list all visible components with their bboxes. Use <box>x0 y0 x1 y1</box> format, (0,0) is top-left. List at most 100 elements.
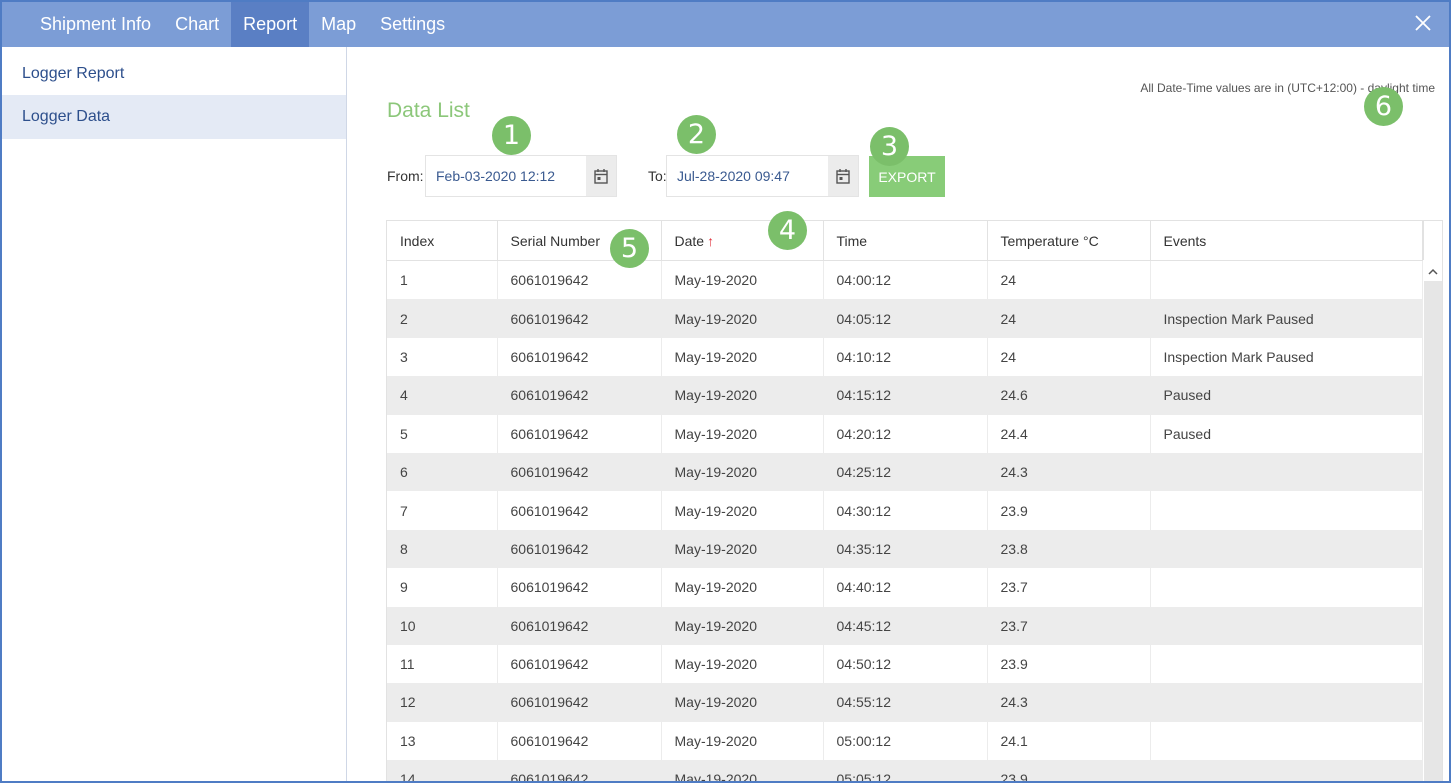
cell-events <box>1150 760 1423 781</box>
cell-time: 04:25:12 <box>823 452 988 492</box>
cell-temperature: 23.9 <box>987 644 1151 684</box>
cell-index: 11 <box>387 644 498 684</box>
cell-date: May-19-2020 <box>661 644 824 684</box>
calendar-icon[interactable] <box>828 156 858 196</box>
cell-date: May-19-2020 <box>661 568 824 607</box>
to-date-field[interactable]: Jul-28-2020 09:47 <box>666 155 859 197</box>
cell-date: May-19-2020 <box>661 337 824 377</box>
tab-report[interactable]: Report <box>231 2 310 47</box>
cell-date: May-19-2020 <box>661 721 824 761</box>
annotation-marker-3: 3 <box>870 127 909 166</box>
cell-time: 04:15:12 <box>823 376 988 415</box>
cell-temperature: 23.7 <box>987 606 1151 645</box>
sort-arrow-icon: ↑ <box>707 232 715 249</box>
cell-serial-number: 6061019642 <box>497 760 662 781</box>
column-header-index[interactable]: Index <box>387 221 498 261</box>
sidebar-item-logger-report[interactable]: Logger Report <box>2 47 346 95</box>
table-row[interactable]: 12 6061019642 May-19-2020 04:55:12 24.3 <box>387 683 1423 722</box>
table-row[interactable]: 9 6061019642 May-19-2020 04:40:12 23.7 <box>387 568 1423 607</box>
tab-chart[interactable]: Chart <box>163 2 231 47</box>
cell-index: 6 <box>387 452 498 492</box>
cell-date: May-19-2020 <box>661 529 824 569</box>
cell-serial-number: 6061019642 <box>497 299 662 338</box>
table-row[interactable]: 1 6061019642 May-19-2020 04:00:12 24 <box>387 260 1423 300</box>
table-row[interactable]: 4 6061019642 May-19-2020 04:15:12 24.6 Paused <box>387 376 1423 415</box>
cell-serial-number: 6061019642 <box>497 376 662 415</box>
cell-temperature: 24.4 <box>987 414 1151 453</box>
cell-temperature: 24.6 <box>987 376 1151 415</box>
annotation-marker-4: 4 <box>768 211 807 250</box>
table-row[interactable]: 10 6061019642 May-19-2020 04:45:12 23.7 <box>387 606 1423 645</box>
table-row[interactable]: 13 6061019642 May-19-2020 05:00:12 24.1 <box>387 721 1423 761</box>
cell-serial-number: 6061019642 <box>497 606 662 645</box>
cell-events <box>1150 452 1423 492</box>
tab-shipment-info[interactable]: Shipment Info <box>2 2 163 47</box>
annotation-marker-5: 5 <box>610 229 649 268</box>
cell-events <box>1150 260 1423 300</box>
cell-time: 04:55:12 <box>823 683 988 722</box>
cell-events: Inspection Mark Paused <box>1150 337 1423 377</box>
main-content: All Date-Time values are in (UTC+12:00) … <box>347 47 1449 781</box>
cell-index: 9 <box>387 568 498 607</box>
close-icon[interactable] <box>1411 11 1435 35</box>
column-header-temperature[interactable]: Temperature °C <box>987 221 1151 261</box>
cell-time: 04:50:12 <box>823 644 988 684</box>
table-row[interactable]: 5 6061019642 May-19-2020 04:20:12 24.4 Paused <box>387 414 1423 453</box>
cell-date: May-19-2020 <box>661 376 824 415</box>
cell-date: May-19-2020 <box>661 491 824 530</box>
sidebar: Logger Report Logger Data <box>2 47 347 781</box>
table-row[interactable]: 3 6061019642 May-19-2020 04:10:12 24 Inspecti… <box>387 337 1423 377</box>
cell-index: 7 <box>387 491 498 530</box>
sidebar-item-logger-data[interactable]: Logger Data <box>2 95 346 139</box>
tab-settings[interactable]: Settings <box>368 2 457 47</box>
cell-events <box>1150 721 1423 761</box>
cell-temperature: 24.3 <box>987 683 1151 722</box>
cell-serial-number: 6061019642 <box>497 721 662 761</box>
cell-events <box>1150 606 1423 645</box>
cell-events <box>1150 491 1423 530</box>
cell-serial-number: 6061019642 <box>497 337 662 377</box>
tab-map[interactable]: Map <box>309 2 368 47</box>
cell-serial-number: 6061019642 <box>497 644 662 684</box>
table-row[interactable]: 14 6061019642 May-19-2020 05:05:12 23.9 <box>387 760 1423 781</box>
cell-time: 04:05:12 <box>823 299 988 338</box>
cell-serial-number: 6061019642 <box>497 491 662 530</box>
annotation-marker-6: 6 <box>1364 87 1403 126</box>
cell-serial-number: 6061019642 <box>497 529 662 569</box>
cell-index: 14 <box>387 760 498 781</box>
cell-events <box>1150 644 1423 684</box>
cell-date: May-19-2020 <box>661 683 824 722</box>
table-row[interactable]: 11 6061019642 May-19-2020 04:50:12 23.9 <box>387 644 1423 684</box>
cell-time: 04:10:12 <box>823 337 988 377</box>
annotation-marker-1: 1 <box>492 116 531 155</box>
column-header-time[interactable]: Time <box>823 221 988 261</box>
cell-time: 04:20:12 <box>823 414 988 453</box>
cell-serial-number: 6061019642 <box>497 414 662 453</box>
cell-serial-number: 6061019642 <box>497 452 662 492</box>
cell-date: May-19-2020 <box>661 260 824 300</box>
table-row[interactable]: 2 6061019642 May-19-2020 04:05:12 24 Inspecti… <box>387 299 1423 338</box>
column-header-events[interactable]: Events <box>1150 221 1423 261</box>
cell-date: May-19-2020 <box>661 606 824 645</box>
table-row[interactable]: 7 6061019642 May-19-2020 04:30:12 23.9 <box>387 491 1423 530</box>
cell-index: 1 <box>387 260 498 300</box>
table-row[interactable]: 6 6061019642 May-19-2020 04:25:12 24.3 <box>387 452 1423 492</box>
from-date-field[interactable]: Feb-03-2020 12:12 <box>425 155 617 197</box>
table-row[interactable]: 8 6061019642 May-19-2020 04:35:12 23.8 <box>387 529 1423 569</box>
calendar-icon[interactable] <box>586 156 616 196</box>
cell-date: May-19-2020 <box>661 452 824 492</box>
from-date-value: Feb-03-2020 12:12 <box>436 168 556 184</box>
cell-temperature: 23.7 <box>987 568 1151 607</box>
cell-index: 2 <box>387 299 498 338</box>
scrollbar[interactable] <box>1424 261 1442 781</box>
scroll-up-icon[interactable] <box>1424 261 1442 281</box>
annotation-marker-2: 2 <box>677 115 716 154</box>
cell-temperature: 23.9 <box>987 760 1151 781</box>
cell-events: Paused <box>1150 414 1423 453</box>
cell-temperature: 24.1 <box>987 721 1151 761</box>
cell-time: 05:00:12 <box>823 721 988 761</box>
data-table: Index Serial Number Date ↑ Time Temperatu… <box>386 220 1443 781</box>
cell-date: May-19-2020 <box>661 760 824 781</box>
cell-index: 13 <box>387 721 498 761</box>
cell-time: 04:40:12 <box>823 568 988 607</box>
